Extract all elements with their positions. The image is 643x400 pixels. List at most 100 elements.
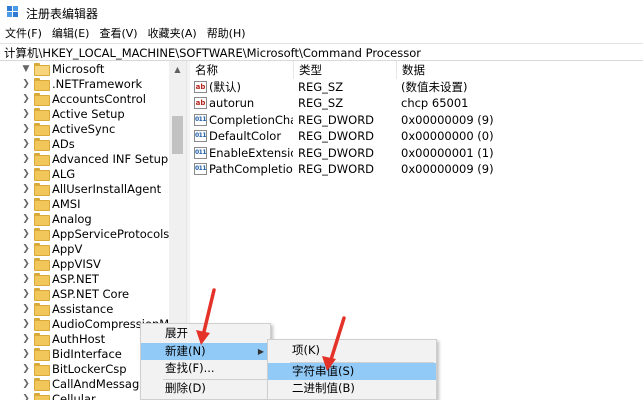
menu-file[interactable]: 文件(F) bbox=[0, 25, 47, 43]
menu-view[interactable]: 查看(V) bbox=[94, 25, 142, 43]
folder-icon bbox=[34, 333, 50, 346]
tree-node[interactable]: ❯ ALG bbox=[20, 166, 75, 181]
menu-item-string-value[interactable]: 字符串值(S) bbox=[268, 363, 436, 380]
folder-icon bbox=[34, 378, 50, 391]
value-row[interactable]: 011 CompletionChar REG_DWORD 0x00000009 … bbox=[190, 112, 643, 128]
folder-icon bbox=[34, 348, 50, 361]
folder-icon bbox=[34, 258, 50, 271]
tree-node-label: AuthHost bbox=[52, 331, 106, 346]
chevron-right-icon[interactable]: ❯ bbox=[20, 316, 32, 331]
value-row[interactable]: 011 DefaultColor REG_DWORD 0x00000000 (0… bbox=[190, 128, 643, 144]
menu-item-binary-value[interactable]: 二进制值(B) bbox=[268, 380, 436, 397]
menu-item-new[interactable]: 新建(N) ▶ bbox=[141, 343, 270, 360]
tree-node[interactable]: ❯ Assistance bbox=[20, 301, 113, 316]
address-bar[interactable]: 计算机\HKEY_LOCAL_MACHINE\SOFTWARE\Microsof… bbox=[0, 43, 643, 61]
tree-node[interactable]: ❯ Active Setup bbox=[20, 106, 125, 121]
value-data: 0x00000000 (0) bbox=[401, 129, 494, 143]
chevron-right-icon[interactable]: ❯ bbox=[20, 376, 32, 391]
tree-node[interactable]: ❯ AMSI bbox=[20, 196, 80, 211]
tree-node[interactable]: ❯ ASP.NET Core bbox=[20, 286, 129, 301]
tree-node-label: Advanced INF Setup bbox=[52, 151, 169, 166]
value-row[interactable]: ab (默认) REG_SZ (数值未设置) bbox=[190, 79, 643, 95]
tree-node[interactable]: ❯ AppServiceProtocols bbox=[20, 226, 169, 241]
value-name: CompletionChar bbox=[209, 113, 293, 127]
chevron-right-icon[interactable]: ❯ bbox=[20, 91, 32, 106]
scrollbar-thumb[interactable] bbox=[172, 116, 183, 154]
tree-node-microsoft[interactable]: ▼ Microsoft bbox=[20, 61, 104, 76]
chevron-right-icon[interactable]: ❯ bbox=[20, 121, 32, 136]
chevron-right-icon[interactable]: ❯ bbox=[20, 166, 32, 181]
folder-icon bbox=[34, 153, 50, 166]
folder-icon bbox=[34, 213, 50, 226]
chevron-right-icon[interactable]: ❯ bbox=[20, 241, 32, 256]
chevron-right-icon[interactable]: ❯ bbox=[20, 271, 32, 286]
chevron-right-icon[interactable]: ❯ bbox=[20, 106, 32, 121]
tree-node[interactable]: ❯ AccountsControl bbox=[20, 91, 146, 106]
value-row[interactable]: 011 PathCompletionChar REG_DWORD 0x00000… bbox=[190, 161, 643, 177]
tree-node[interactable]: ❯ .NETFramework bbox=[20, 76, 142, 91]
address-path[interactable]: 计算机\HKEY_LOCAL_MACHINE\SOFTWARE\Microsof… bbox=[4, 45, 421, 61]
tree-node[interactable]: ❯ AllUserInstallAgent bbox=[20, 181, 161, 196]
value-data: 0x00000009 (9) bbox=[401, 113, 494, 127]
tree-node[interactable]: ❯ ADs bbox=[20, 136, 75, 151]
title-bar: 注册表编辑器 bbox=[0, 0, 643, 25]
chevron-right-icon[interactable]: ❯ bbox=[20, 76, 32, 91]
tree-node-label: ASP.NET bbox=[52, 271, 99, 286]
folder-icon bbox=[34, 318, 50, 331]
tree-node[interactable]: ❯ ASP.NET bbox=[20, 271, 99, 286]
menu-item-delete[interactable]: 删除(D) bbox=[141, 380, 270, 397]
column-header-data[interactable]: 数据 bbox=[397, 61, 643, 79]
menu-edit[interactable]: 编辑(E) bbox=[47, 25, 95, 43]
tree-node[interactable]: ❯ AppVISV bbox=[20, 256, 101, 271]
column-header-type[interactable]: 类型 bbox=[294, 61, 397, 79]
tree-node[interactable]: ❯ BitLockerCsp bbox=[20, 361, 127, 376]
tree-node[interactable]: ❯ Analog bbox=[20, 211, 92, 226]
folder-icon bbox=[34, 273, 50, 286]
chevron-right-icon[interactable]: ❯ bbox=[20, 181, 32, 196]
chevron-right-icon[interactable]: ❯ bbox=[20, 211, 32, 226]
column-header-name[interactable]: 名称 bbox=[190, 61, 294, 79]
binary-value-icon: 011 bbox=[194, 114, 207, 126]
tree-node-label: AMSI bbox=[52, 196, 81, 211]
tree-node[interactable]: ❯ AuthHost bbox=[20, 331, 105, 346]
menu-item-expand[interactable]: 展开 bbox=[141, 325, 270, 342]
new-submenu: 项(K) 字符串值(S) 二进制值(B) bbox=[267, 339, 437, 400]
menu-help[interactable]: 帮助(H) bbox=[202, 25, 251, 43]
tree-node-label: Analog bbox=[52, 211, 92, 226]
folder-icon bbox=[34, 93, 50, 106]
value-data: chcp 65001 bbox=[401, 96, 469, 110]
tree-node-label: .NETFramework bbox=[52, 76, 143, 91]
menu-item-key[interactable]: 项(K) bbox=[268, 342, 436, 359]
chevron-right-icon[interactable]: ❯ bbox=[20, 391, 32, 400]
scroll-up-arrow-icon[interactable]: ▲ bbox=[169, 61, 186, 77]
value-name: PathCompletionChar bbox=[209, 162, 293, 176]
chevron-right-icon[interactable]: ❯ bbox=[20, 151, 32, 166]
chevron-right-icon[interactable]: ❯ bbox=[20, 286, 32, 301]
chevron-right-icon[interactable]: ❯ bbox=[20, 331, 32, 346]
tree-node[interactable]: ❯ ActiveSync bbox=[20, 121, 115, 136]
tree-node-label: AppVISV bbox=[52, 256, 101, 271]
menu-item-find[interactable]: 查找(F)... bbox=[141, 360, 270, 377]
menu-favorites[interactable]: 收藏夹(A) bbox=[143, 25, 202, 43]
value-type: REG_DWORD bbox=[298, 162, 375, 176]
chevron-right-icon[interactable]: ❯ bbox=[20, 346, 32, 361]
chevron-right-icon[interactable]: ❯ bbox=[20, 361, 32, 376]
chevron-right-icon[interactable]: ❯ bbox=[20, 226, 32, 241]
tree-node-label: Active Setup bbox=[52, 106, 125, 121]
value-type: REG_DWORD bbox=[298, 146, 375, 160]
tree-node[interactable]: ❯ AppV bbox=[20, 241, 82, 256]
tree-node[interactable]: ❯ BidInterface bbox=[20, 346, 122, 361]
chevron-right-icon[interactable]: ❯ bbox=[20, 256, 32, 271]
value-row[interactable]: ab autorun REG_SZ chcp 65001 bbox=[190, 95, 643, 111]
tree-node[interactable]: ❯ Advanced INF Setup bbox=[20, 151, 168, 166]
tree-node[interactable]: ❯ CallAndMessaging bbox=[20, 376, 157, 391]
chevron-right-icon[interactable]: ❯ bbox=[20, 301, 32, 316]
folder-open-icon bbox=[34, 63, 50, 76]
tree-node-label: ActiveSync bbox=[52, 121, 116, 136]
chevron-right-icon[interactable]: ❯ bbox=[20, 196, 32, 211]
tree-node[interactable]: ❯ Cellular bbox=[20, 391, 96, 400]
registry-editor-icon bbox=[7, 6, 18, 17]
chevron-down-icon[interactable]: ▼ bbox=[20, 61, 32, 76]
chevron-right-icon[interactable]: ❯ bbox=[20, 136, 32, 151]
value-row[interactable]: 011 EnableExtensions REG_DWORD 0x0000000… bbox=[190, 145, 643, 161]
